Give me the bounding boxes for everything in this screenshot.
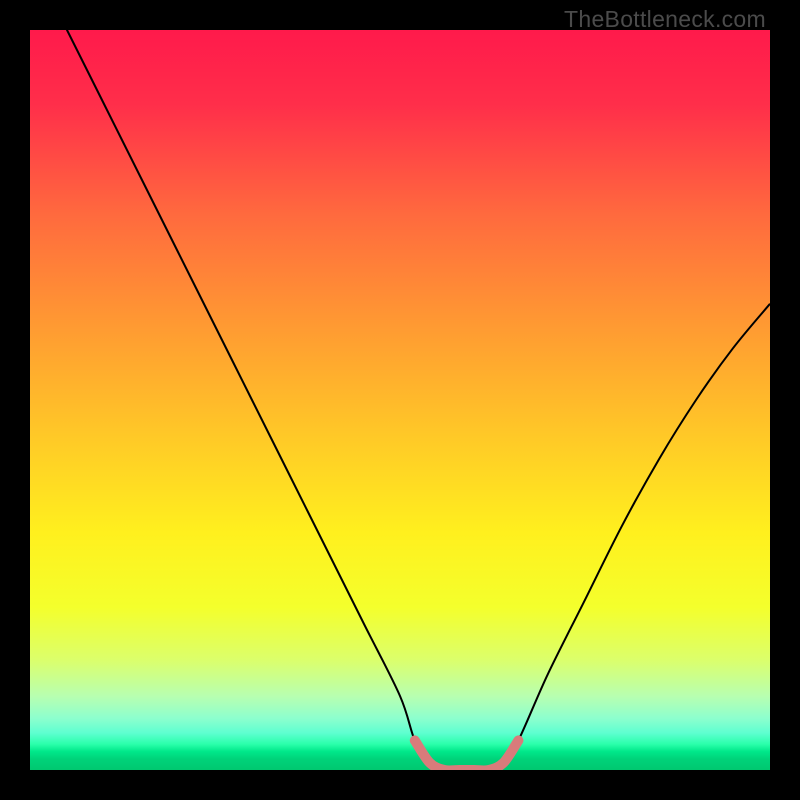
bottleneck-curve xyxy=(30,30,770,770)
curve-min-zone xyxy=(415,740,519,770)
plot-area xyxy=(30,30,770,770)
curve-path xyxy=(30,30,770,770)
watermark-text: TheBottleneck.com xyxy=(564,6,766,33)
chart-frame: TheBottleneck.com xyxy=(0,0,800,800)
